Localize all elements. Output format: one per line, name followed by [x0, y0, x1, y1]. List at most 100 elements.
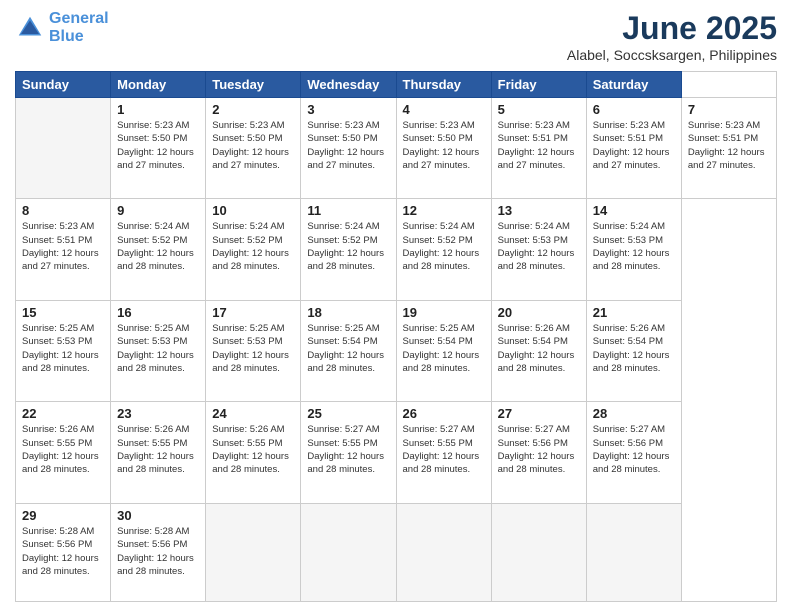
day-info: Sunrise: 5:24 AMSunset: 5:52 PMDaylight:…	[307, 220, 389, 273]
day-number: 27	[498, 406, 580, 421]
calendar-cell: 1 Sunrise: 5:23 AMSunset: 5:50 PMDaylight…	[111, 98, 206, 199]
calendar-cell: 3 Sunrise: 5:23 AMSunset: 5:50 PMDaylight…	[301, 98, 396, 199]
day-number: 18	[307, 305, 389, 320]
logo-text: General Blue	[49, 10, 109, 45]
calendar-cell: 2Sunrise: 5:23 AMSunset: 5:50 PMDaylight…	[206, 98, 301, 199]
calendar-cell: 9 Sunrise: 5:24 AMSunset: 5:52 PMDaylight…	[111, 199, 206, 300]
calendar-header-saturday: Saturday	[586, 72, 681, 98]
day-number: 20	[498, 305, 580, 320]
calendar-header-friday: Friday	[491, 72, 586, 98]
day-info: Sunrise: 5:27 AMSunset: 5:55 PMDaylight:…	[403, 423, 485, 476]
day-info: Sunrise: 5:23 AMSunset: 5:51 PMDaylight:…	[498, 119, 580, 172]
calendar-cell	[396, 503, 491, 601]
calendar-header-monday: Monday	[111, 72, 206, 98]
day-info: Sunrise: 5:24 AMSunset: 5:52 PMDaylight:…	[117, 220, 199, 273]
day-info: Sunrise: 5:23 AMSunset: 5:50 PMDaylight:…	[212, 119, 294, 172]
calendar-cell: 6 Sunrise: 5:23 AMSunset: 5:51 PMDaylight…	[586, 98, 681, 199]
day-number: 6	[593, 102, 675, 117]
logo-line1: General	[49, 10, 109, 27]
day-info: Sunrise: 5:25 AMSunset: 5:53 PMDaylight:…	[212, 322, 294, 375]
day-info: Sunrise: 5:23 AMSunset: 5:50 PMDaylight:…	[403, 119, 485, 172]
subtitle: Alabel, Soccsksargen, Philippines	[567, 47, 777, 63]
calendar-cell: 22Sunrise: 5:26 AMSunset: 5:55 PMDayligh…	[16, 402, 111, 503]
calendar-week-1: 8Sunrise: 5:23 AMSunset: 5:51 PMDaylight…	[16, 199, 777, 300]
calendar-cell: 10Sunrise: 5:24 AMSunset: 5:52 PMDayligh…	[206, 199, 301, 300]
calendar-cell: 25 Sunrise: 5:27 AMSunset: 5:55 PMDayligh…	[301, 402, 396, 503]
day-number: 30	[117, 508, 199, 523]
day-number: 19	[403, 305, 485, 320]
day-number: 26	[403, 406, 485, 421]
day-info: Sunrise: 5:24 AMSunset: 5:53 PMDaylight:…	[593, 220, 675, 273]
calendar-week-3: 22Sunrise: 5:26 AMSunset: 5:55 PMDayligh…	[16, 402, 777, 503]
calendar-week-2: 15 Sunrise: 5:25 AMSunset: 5:53 PMDayligh…	[16, 300, 777, 401]
logo-line2: Blue	[49, 28, 84, 45]
day-info: Sunrise: 5:26 AMSunset: 5:55 PMDaylight:…	[22, 423, 104, 476]
logo: General Blue	[15, 10, 109, 45]
calendar-cell: 17Sunrise: 5:25 AMSunset: 5:53 PMDayligh…	[206, 300, 301, 401]
day-info: Sunrise: 5:26 AMSunset: 5:55 PMDaylight:…	[212, 423, 294, 476]
main-title: June 2025	[567, 10, 777, 47]
day-number: 1	[117, 102, 199, 117]
day-info: Sunrise: 5:27 AMSunset: 5:55 PMDaylight:…	[307, 423, 389, 476]
day-number: 12	[403, 203, 485, 218]
calendar-cell	[586, 503, 681, 601]
day-number: 25	[307, 406, 389, 421]
day-info: Sunrise: 5:26 AMSunset: 5:55 PMDaylight:…	[117, 423, 199, 476]
calendar-week-4: 29 Sunrise: 5:28 AMSunset: 5:56 PMDayligh…	[16, 503, 777, 601]
calendar-cell: 28 Sunrise: 5:27 AMSunset: 5:56 PMDayligh…	[586, 402, 681, 503]
day-number: 14	[593, 203, 675, 218]
day-number: 28	[593, 406, 675, 421]
calendar-cell: 20 Sunrise: 5:26 AMSunset: 5:54 PMDayligh…	[491, 300, 586, 401]
day-number: 7	[688, 102, 770, 117]
day-info: Sunrise: 5:23 AMSunset: 5:51 PMDaylight:…	[688, 119, 770, 172]
day-info: Sunrise: 5:23 AMSunset: 5:51 PMDaylight:…	[22, 220, 104, 273]
calendar-cell: 26 Sunrise: 5:27 AMSunset: 5:55 PMDayligh…	[396, 402, 491, 503]
day-number: 15	[22, 305, 104, 320]
day-number: 11	[307, 203, 389, 218]
day-number: 13	[498, 203, 580, 218]
calendar-cell: 4 Sunrise: 5:23 AMSunset: 5:50 PMDaylight…	[396, 98, 491, 199]
day-info: Sunrise: 5:25 AMSunset: 5:53 PMDaylight:…	[117, 322, 199, 375]
calendar-header-sunday: Sunday	[16, 72, 111, 98]
calendar-week-0: 1 Sunrise: 5:23 AMSunset: 5:50 PMDaylight…	[16, 98, 777, 199]
day-info: Sunrise: 5:24 AMSunset: 5:52 PMDaylight:…	[403, 220, 485, 273]
logo-icon	[15, 13, 45, 43]
calendar-cell: 27 Sunrise: 5:27 AMSunset: 5:56 PMDayligh…	[491, 402, 586, 503]
day-info: Sunrise: 5:26 AMSunset: 5:54 PMDaylight:…	[498, 322, 580, 375]
day-info: Sunrise: 5:27 AMSunset: 5:56 PMDaylight:…	[498, 423, 580, 476]
day-info: Sunrise: 5:25 AMSunset: 5:54 PMDaylight:…	[403, 322, 485, 375]
day-number: 24	[212, 406, 294, 421]
day-info: Sunrise: 5:23 AMSunset: 5:51 PMDaylight:…	[593, 119, 675, 172]
day-number: 9	[117, 203, 199, 218]
calendar-cell: 23 Sunrise: 5:26 AMSunset: 5:55 PMDayligh…	[111, 402, 206, 503]
calendar-cell: 19 Sunrise: 5:25 AMSunset: 5:54 PMDayligh…	[396, 300, 491, 401]
day-number: 3	[307, 102, 389, 117]
day-info: Sunrise: 5:28 AMSunset: 5:56 PMDaylight:…	[22, 525, 104, 578]
calendar-header-tuesday: Tuesday	[206, 72, 301, 98]
calendar-cell	[206, 503, 301, 601]
calendar-cell: 8Sunrise: 5:23 AMSunset: 5:51 PMDaylight…	[16, 199, 111, 300]
calendar-cell: 13Sunrise: 5:24 AMSunset: 5:53 PMDayligh…	[491, 199, 586, 300]
day-info: Sunrise: 5:24 AMSunset: 5:52 PMDaylight:…	[212, 220, 294, 273]
day-info: Sunrise: 5:27 AMSunset: 5:56 PMDaylight:…	[593, 423, 675, 476]
day-number: 21	[593, 305, 675, 320]
day-number: 4	[403, 102, 485, 117]
calendar-cell	[301, 503, 396, 601]
calendar-header-row: SundayMondayTuesdayWednesdayThursdayFrid…	[16, 72, 777, 98]
calendar-cell: 15Sunrise: 5:25 AMSunset: 5:53 PMDayligh…	[16, 300, 111, 401]
calendar-cell: 7 Sunrise: 5:23 AMSunset: 5:51 PMDaylight…	[681, 98, 776, 199]
calendar-header-thursday: Thursday	[396, 72, 491, 98]
day-info: Sunrise: 5:26 AMSunset: 5:54 PMDaylight:…	[593, 322, 675, 375]
day-info: Sunrise: 5:23 AMSunset: 5:50 PMDaylight:…	[307, 119, 389, 172]
day-number: 23	[117, 406, 199, 421]
day-number: 29	[22, 508, 104, 523]
calendar-cell: 29 Sunrise: 5:28 AMSunset: 5:56 PMDayligh…	[16, 503, 111, 601]
day-info: Sunrise: 5:28 AMSunset: 5:56 PMDaylight:…	[117, 525, 199, 578]
header: General Blue June 2025 Alabel, Soccsksar…	[15, 10, 777, 63]
calendar-cell: 16Sunrise: 5:25 AMSunset: 5:53 PMDayligh…	[111, 300, 206, 401]
day-info: Sunrise: 5:25 AMSunset: 5:54 PMDaylight:…	[307, 322, 389, 375]
day-info: Sunrise: 5:23 AMSunset: 5:50 PMDaylight:…	[117, 119, 199, 172]
page: General Blue June 2025 Alabel, Soccsksar…	[0, 0, 792, 612]
calendar-cell: 21 Sunrise: 5:26 AMSunset: 5:54 PMDayligh…	[586, 300, 681, 401]
calendar-cell: 18 Sunrise: 5:25 AMSunset: 5:54 PMDayligh…	[301, 300, 396, 401]
